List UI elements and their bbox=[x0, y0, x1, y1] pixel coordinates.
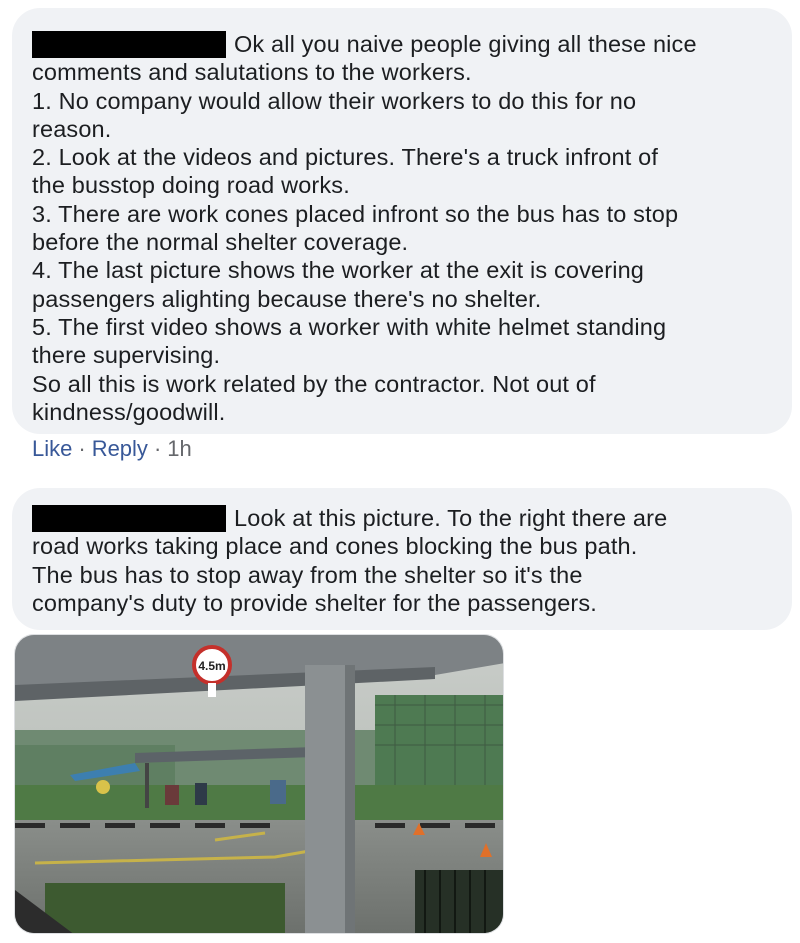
height-sign-text: 4.5m bbox=[198, 659, 225, 673]
comment-thread: Ok all you naive people giving all these… bbox=[0, 0, 800, 943]
separator-dot: · bbox=[78, 436, 86, 461]
comment-1-actions: Like · Reply · 1h bbox=[32, 434, 192, 464]
reply-link[interactable]: Reply bbox=[92, 436, 148, 461]
bus-stop-photo: 4.5m bbox=[15, 635, 503, 933]
attached-photo[interactable]: 4.5m bbox=[14, 634, 504, 934]
redacted-author-name bbox=[32, 31, 226, 58]
comment-1-body: Ok all you naive people giving all these… bbox=[32, 30, 772, 426]
comment-timestamp[interactable]: 1h bbox=[167, 436, 191, 461]
comment-1-text: Ok all you naive people giving all these… bbox=[32, 31, 697, 425]
separator-dot: · bbox=[153, 436, 162, 461]
redacted-author-name bbox=[32, 505, 226, 532]
comment-bubble-1: Ok all you naive people giving all these… bbox=[12, 8, 792, 434]
comment-bubble-2: Look at this picture. To the right there… bbox=[12, 488, 792, 630]
comment-2-body: Look at this picture. To the right there… bbox=[32, 504, 772, 617]
like-link[interactable]: Like bbox=[32, 436, 72, 461]
